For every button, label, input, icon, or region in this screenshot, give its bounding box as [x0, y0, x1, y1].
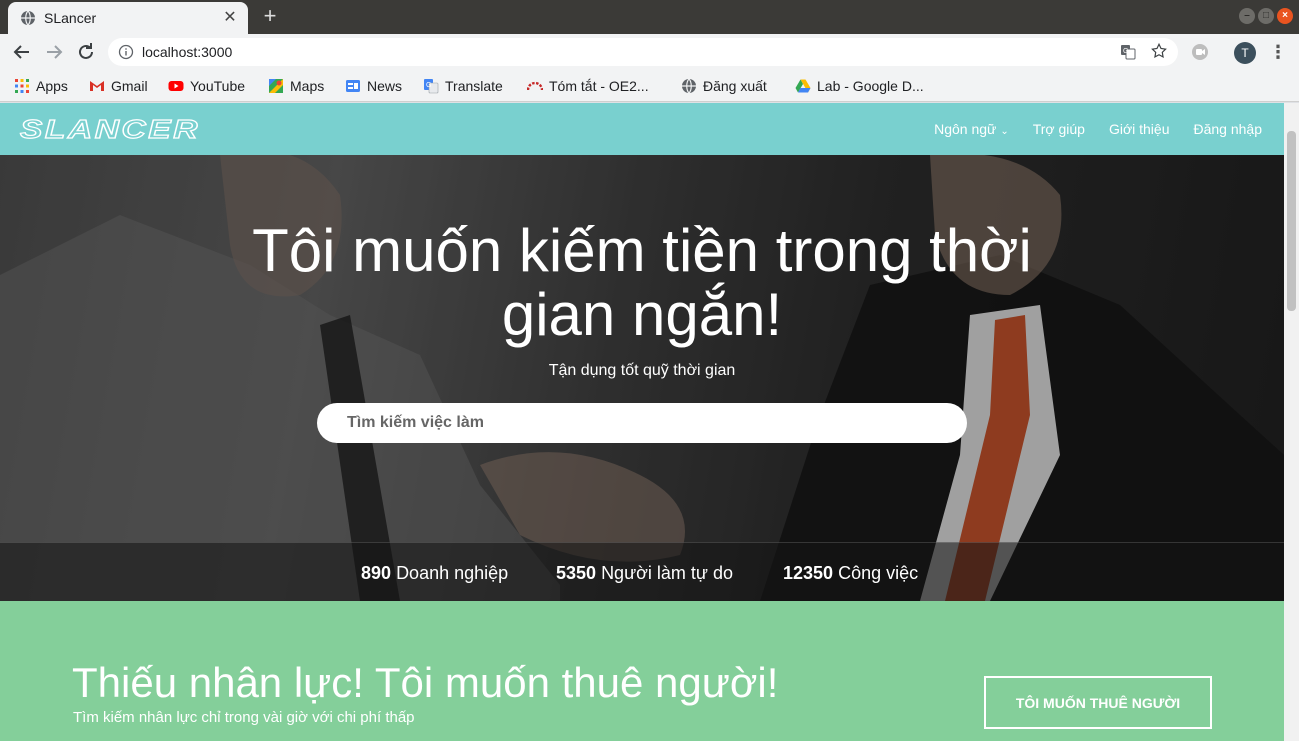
bookmark-tom-tat[interactable]: Tóm tắt - OE2...	[527, 76, 649, 96]
nav-language-label: Ngôn ngữ	[934, 121, 997, 137]
hero-section: Tôi muốn kiếm tiền trong thời gian ngắn!…	[0, 155, 1284, 601]
nav-login-link[interactable]: Đăng nhập	[1193, 121, 1262, 137]
info-icon[interactable]	[118, 44, 134, 60]
bookmark-label: YouTube	[190, 78, 246, 94]
extension-icon[interactable]	[1190, 42, 1210, 62]
nav-about-link[interactable]: Giới thiệu	[1109, 121, 1170, 137]
forward-arrow-icon[interactable]	[42, 40, 66, 64]
job-search-input[interactable]	[317, 403, 967, 443]
stat-label: Người làm tự do	[601, 563, 734, 583]
hero-title: Tôi muốn kiếm tiền trong thời gian ngắn!	[252, 217, 1032, 348]
bookmark-label: Maps	[290, 78, 325, 94]
bookmark-lab-google-drive[interactable]: Lab - Google D...	[795, 76, 924, 96]
browser-tab[interactable]: SLancer ✕	[8, 2, 248, 34]
stat-value: 12350	[783, 563, 834, 583]
browser-toolbar: localhost:3000 G T ⋮	[0, 34, 1299, 70]
hire-title: Thiếu nhân lực! Tôi muốn thuê người!	[72, 659, 779, 706]
bookmark-label: Lab - Google D...	[817, 78, 924, 94]
translate-icon[interactable]: G	[1120, 44, 1136, 60]
bookmark-label: News	[367, 78, 403, 94]
google-drive-icon	[795, 79, 811, 93]
maps-icon	[269, 79, 283, 93]
news-icon	[346, 80, 360, 92]
stat-freelancers: 5350 Người làm tự do	[556, 563, 733, 584]
bookmark-news[interactable]: News	[345, 76, 402, 96]
bookmark-label: Apps	[36, 78, 68, 94]
nav-help-link[interactable]: Trợ giúp	[1033, 121, 1085, 137]
bookmark-label: Gmail	[111, 78, 148, 94]
youtube-icon	[168, 81, 184, 91]
window-controls: – □ ×	[1239, 8, 1293, 24]
hire-section: Thiếu nhân lực! Tôi muốn thuê người! Tìm…	[0, 601, 1284, 741]
svg-text:SLANCER: SLANCER	[20, 117, 200, 141]
globe-icon	[21, 10, 35, 26]
bookmark-maps[interactable]: Maps	[268, 76, 324, 96]
close-window-button[interactable]: ×	[1277, 8, 1293, 24]
bookmark-apps[interactable]: Apps	[14, 76, 68, 96]
bookmark-gmail[interactable]: Gmail	[89, 76, 148, 96]
tab-title: SLancer	[44, 10, 97, 26]
profile-avatar[interactable]: T	[1234, 42, 1256, 64]
translate-icon: G	[424, 79, 439, 94]
redmine-icon	[527, 81, 543, 91]
new-tab-button[interactable]: +	[258, 4, 282, 28]
bookmark-youtube[interactable]: YouTube	[168, 76, 245, 96]
reload-icon[interactable]	[74, 40, 98, 64]
url-text: localhost:3000	[142, 44, 233, 60]
scrollbar-thumb[interactable]	[1287, 131, 1296, 311]
maximize-button[interactable]: □	[1258, 8, 1274, 24]
hero-subtitle: Tận dụng tốt quỹ thời gian	[548, 362, 736, 379]
address-bar[interactable]: localhost:3000 G	[108, 38, 1178, 66]
stat-value: 890	[361, 563, 392, 583]
stat-value: 5350	[556, 563, 597, 583]
hire-button[interactable]: TÔI MUỐN THUÊ NGƯỜI	[984, 676, 1212, 729]
stat-label: Doanh nghiệp	[396, 563, 509, 583]
back-arrow-icon[interactable]	[10, 40, 34, 64]
bookmark-translate[interactable]: G Translate	[423, 76, 503, 96]
svg-text:G: G	[426, 82, 431, 89]
site-navbar: SLANCER Ngôn ngữ ⌄ Trợ giúp Giới thiệu Đ…	[0, 103, 1284, 155]
hire-subtitle: Tìm kiếm nhân lực chỉ trong vài giờ với …	[73, 709, 415, 726]
close-tab-icon[interactable]: ✕	[220, 8, 240, 28]
bookmark-label: Tóm tắt - OE2...	[549, 78, 649, 94]
page-viewport: SLANCER Ngôn ngữ ⌄ Trợ giúp Giới thiệu Đ…	[0, 103, 1284, 741]
stat-businesses: 890 Doanh nghiệp	[361, 563, 508, 584]
page-scrollbar[interactable]	[1284, 103, 1299, 741]
svg-text:G: G	[1123, 48, 1128, 55]
apps-grid-icon	[15, 79, 29, 93]
stats-bar: 890 Doanh nghiệp 5350 Người làm tự do 12…	[0, 542, 1284, 601]
slancer-logo[interactable]: SLANCER	[18, 117, 204, 141]
bookmark-dang-xuat[interactable]: Đăng xuất	[681, 76, 767, 96]
globe-icon	[682, 78, 696, 94]
gmail-icon	[90, 81, 104, 91]
stat-jobs: 12350 Công việc	[783, 563, 918, 584]
chevron-down-icon: ⌄	[1000, 126, 1009, 137]
bookmark-label: Đăng xuất	[703, 78, 767, 94]
stat-label: Công việc	[838, 563, 919, 583]
minimize-button[interactable]: –	[1239, 8, 1255, 24]
bookmarks-bar: Apps Gmail YouTube Maps News G Translate…	[0, 70, 1299, 102]
browser-menu-icon[interactable]: ⋮	[1268, 42, 1288, 62]
nav-links: Ngôn ngữ ⌄ Trợ giúp Giới thiệu Đăng nhập	[934, 121, 1262, 137]
bookmark-star-icon[interactable]	[1150, 42, 1168, 60]
bookmark-label: Translate	[445, 78, 503, 94]
nav-language-dropdown[interactable]: Ngôn ngữ ⌄	[934, 121, 1009, 137]
tab-strip: SLancer ✕ + – □ ×	[0, 0, 1299, 34]
